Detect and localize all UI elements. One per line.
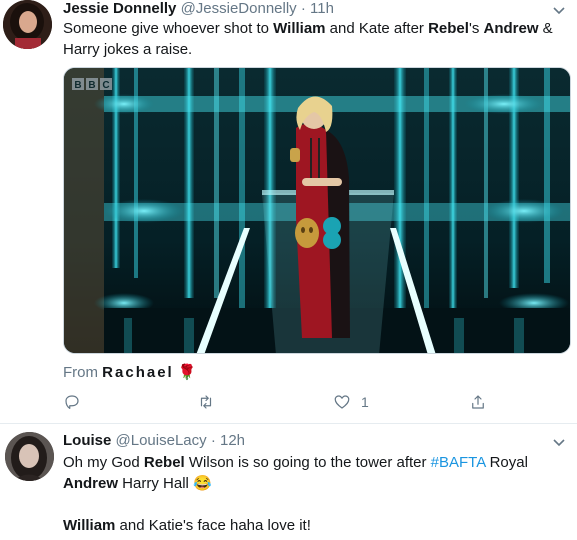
tweet[interactable]: Jessie Donnelly @JessieDonnelly · 11h So… [0, 0, 577, 424]
reply-icon [65, 395, 79, 409]
text-segment: Wilson is so going to the tower after [184, 454, 431, 471]
like-icon [334, 395, 350, 409]
user-handle[interactable]: @JessieDonnelly [181, 0, 297, 17]
share-button[interactable] [469, 392, 487, 412]
tweet-header: Louise @LouiseLacy · 12h [63, 431, 245, 451]
reply-button[interactable] [63, 392, 91, 412]
display-name[interactable]: Louise [63, 432, 111, 449]
from-line: From Rachael 🌹 [63, 363, 197, 383]
text-segment: and Kate after [325, 20, 429, 37]
bold-text: Andrew [483, 20, 539, 37]
laughing-emoji: 😂 [193, 475, 212, 492]
text-segment: and Katie's face haha love it! [115, 517, 311, 534]
bold-text: Rebel [143, 454, 185, 471]
text-segment: Someone give whoever shot to [63, 20, 274, 37]
avatar[interactable] [5, 432, 54, 481]
text-segment: Harry Hall [118, 475, 194, 492]
chevron-down-icon[interactable] [551, 434, 567, 450]
bbc-watermark-c: C [102, 80, 109, 91]
timestamp[interactable]: 12h [220, 432, 245, 449]
separator-dot: · [300, 0, 306, 17]
bold-text: William [63, 517, 116, 534]
timestamp[interactable]: 11h [310, 0, 334, 17]
avatar[interactable] [3, 0, 52, 49]
tweet[interactable]: Louise @LouiseLacy · 12h Oh my God Rebel… [0, 424, 577, 540]
from-prefix: From [63, 364, 98, 381]
tweet-text: Oh my God Rebel Wilson is so going to th… [63, 452, 563, 536]
user-handle[interactable]: @LouiseLacy [116, 432, 207, 449]
tweet-header: Jessie Donnelly @JessieDonnelly · 11h [63, 0, 334, 19]
bold-text: Rebel [428, 20, 469, 37]
display-name[interactable]: Jessie Donnelly [63, 0, 176, 17]
from-name[interactable]: Rachael [102, 364, 174, 381]
like-button[interactable]: 1 [333, 392, 369, 412]
tweet-media-image[interactable]: B B C [63, 67, 571, 354]
share-icon [472, 395, 484, 409]
bbc-watermark-b1: B [74, 80, 81, 91]
bbc-watermark-b2: B [88, 80, 95, 91]
rose-emoji: 🌹 [177, 364, 197, 381]
separator-dot: · [210, 432, 216, 449]
text-segment: Royal [485, 454, 528, 471]
retweet-button[interactable] [197, 392, 225, 412]
hashtag-link[interactable]: #BAFTA [431, 454, 486, 471]
bold-text: William [273, 20, 326, 37]
retweet-icon [200, 395, 212, 409]
like-count: 1 [361, 394, 369, 410]
text-segment: Oh my God [63, 454, 144, 471]
chevron-down-icon[interactable] [551, 2, 567, 18]
tweet-text: Someone give whoever shot to William and… [63, 18, 563, 60]
bold-text: Andrew [63, 475, 119, 492]
text-segment: 's [468, 20, 484, 37]
tweet-actions: 1 [63, 392, 563, 412]
